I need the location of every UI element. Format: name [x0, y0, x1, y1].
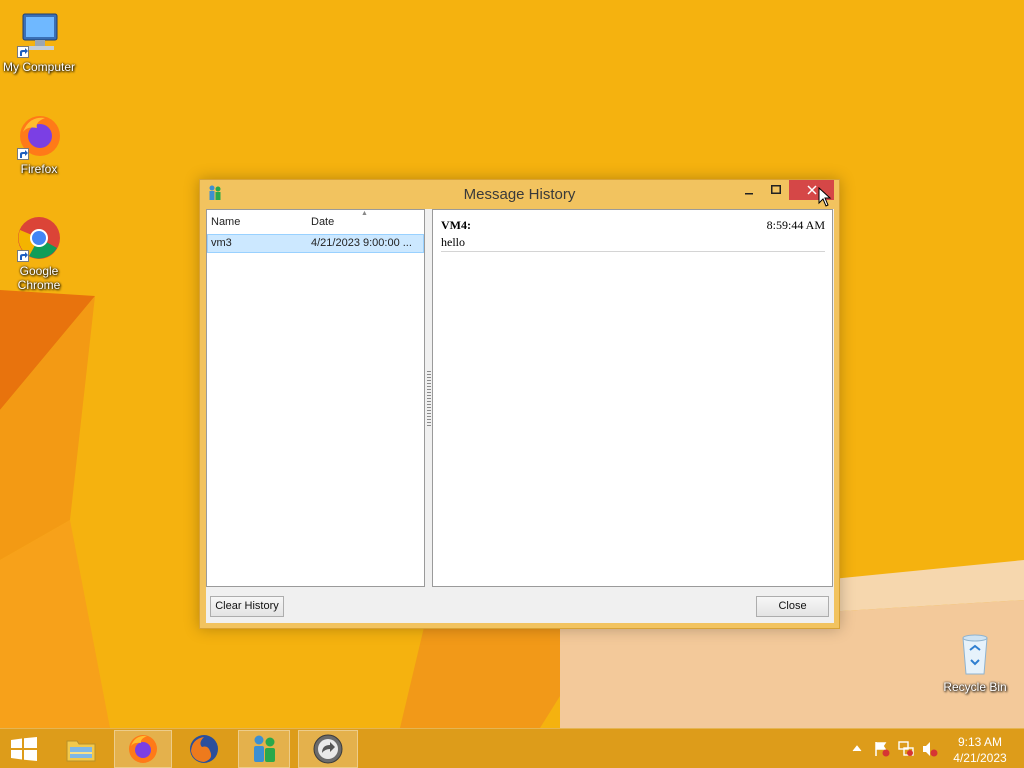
taskbar: 9:13 AM 4/21/2023 [0, 728, 1024, 768]
clock-date: 4/21/2023 [953, 751, 1007, 765]
desktop-icon-firefox[interactable]: Firefox [0, 112, 79, 176]
firefox-icon [129, 735, 157, 763]
desktop-icon-my-computer[interactable]: My Computer [0, 10, 79, 74]
start-button[interactable] [0, 730, 48, 768]
column-header-name[interactable]: Name [207, 210, 307, 234]
taskbar-firefox[interactable] [114, 730, 172, 768]
window-client-area: Name Date ▲ vm3 4/21/2023 9:00:00 ... VM… [206, 209, 834, 623]
history-list[interactable]: Name Date ▲ vm3 4/21/2023 9:00:00 ... [206, 209, 425, 587]
recycle-bin-icon [951, 630, 999, 678]
desktop-icon-label: My Computer [2, 60, 76, 74]
maximize-button[interactable] [763, 180, 789, 200]
taskbar-firefox-legacy[interactable] [178, 730, 230, 768]
desktop-icon-label: Google Chrome [17, 264, 61, 292]
desktop-icon-label: Recycle Bin [943, 680, 1007, 694]
message-text: hello [441, 235, 465, 249]
windows-logo-icon [11, 737, 37, 761]
folder-icon [66, 740, 96, 762]
message-sender: VM4: [441, 218, 471, 232]
window-titlebar[interactable]: Message History [200, 180, 839, 209]
minimize-icon [745, 193, 753, 195]
app-circle-icon [313, 734, 343, 764]
clear-history-button[interactable]: Clear History [210, 596, 284, 617]
message-separator [441, 251, 825, 252]
message-view[interactable]: VM4: 8:59:44 AM hello [432, 209, 833, 587]
splitter-grip-icon [427, 371, 431, 427]
action-center-flag-icon[interactable] [874, 741, 890, 757]
network-icon[interactable] [898, 741, 914, 757]
taskbar-file-explorer[interactable] [56, 730, 106, 768]
desktop-icon-google-chrome[interactable]: Google Chrome [0, 214, 79, 292]
close-icon [806, 185, 817, 195]
chrome-icon [15, 214, 63, 262]
firefox-legacy-icon [190, 735, 218, 763]
message-timestamp: 8:59:44 AM [766, 218, 825, 232]
close-button[interactable]: Close [756, 596, 829, 617]
clock-time: 9:13 AM [957, 735, 1003, 749]
sort-ascending-icon: ▲ [361, 210, 368, 217]
mouse-cursor-icon [818, 187, 832, 207]
computer-icon [15, 10, 63, 58]
firefox-icon [15, 112, 63, 160]
desktop-icon-recycle-bin[interactable]: Recycle Bin [935, 630, 1015, 694]
volume-muted-icon[interactable] [922, 741, 938, 757]
minimize-button[interactable] [736, 180, 762, 200]
taskbar-messenger[interactable] [238, 730, 290, 768]
taskbar-app-circle[interactable] [298, 730, 358, 768]
row-name-cell: vm3 [211, 237, 232, 249]
show-hidden-icons-chevron-icon[interactable] [852, 744, 862, 752]
table-row[interactable]: vm3 4/21/2023 9:00:00 ... [207, 234, 424, 253]
desktop-icon-label: Firefox [20, 162, 58, 176]
system-clock[interactable]: 9:13 AM 4/21/2023 [944, 734, 1016, 766]
message-history-window: Message History Name Date ▲ vm3 4/21/202… [199, 179, 840, 629]
messenger-icon [254, 735, 275, 762]
row-date-cell: 4/21/2023 9:00:00 ... [311, 237, 412, 249]
maximize-icon [771, 185, 781, 194]
